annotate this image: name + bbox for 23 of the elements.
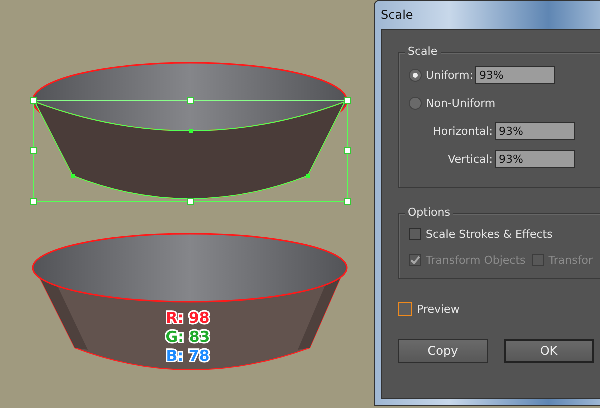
radio-button[interactable] <box>409 96 422 110</box>
percent-field[interactable]: 93% <box>495 150 575 168</box>
radio-label: Uniform: <box>426 68 474 82</box>
selection-box[interactable] <box>30 98 352 206</box>
field-label: Vertical: <box>447 152 493 166</box>
field-label: Horizontal: <box>432 124 493 138</box>
dialog-title: Scale <box>381 7 414 24</box>
checkbox-label: Scale Strokes & Effects <box>426 228 553 240</box>
checkbox-label: Transfor <box>548 254 593 266</box>
checkbox[interactable] <box>409 228 421 240</box>
percent-field[interactable]: 93% <box>475 66 556 84</box>
group-legend: Options <box>405 206 454 220</box>
dialog-button[interactable]: Copy <box>398 339 488 363</box>
color-value-label: G: 83 <box>166 328 210 346</box>
percent-field[interactable]: 93% <box>495 122 575 140</box>
color-value-label: R: 98 <box>166 309 210 327</box>
checkbox-label: Preview <box>417 302 460 316</box>
dialog-button[interactable]: OK <box>504 339 594 363</box>
radio-button[interactable] <box>409 68 422 82</box>
checkbox[interactable] <box>398 302 412 316</box>
checkbox-label: Transform Objects <box>426 254 526 266</box>
radio-label: Non-Uniform <box>426 96 496 110</box>
color-value-label: B: 78 <box>166 347 210 365</box>
